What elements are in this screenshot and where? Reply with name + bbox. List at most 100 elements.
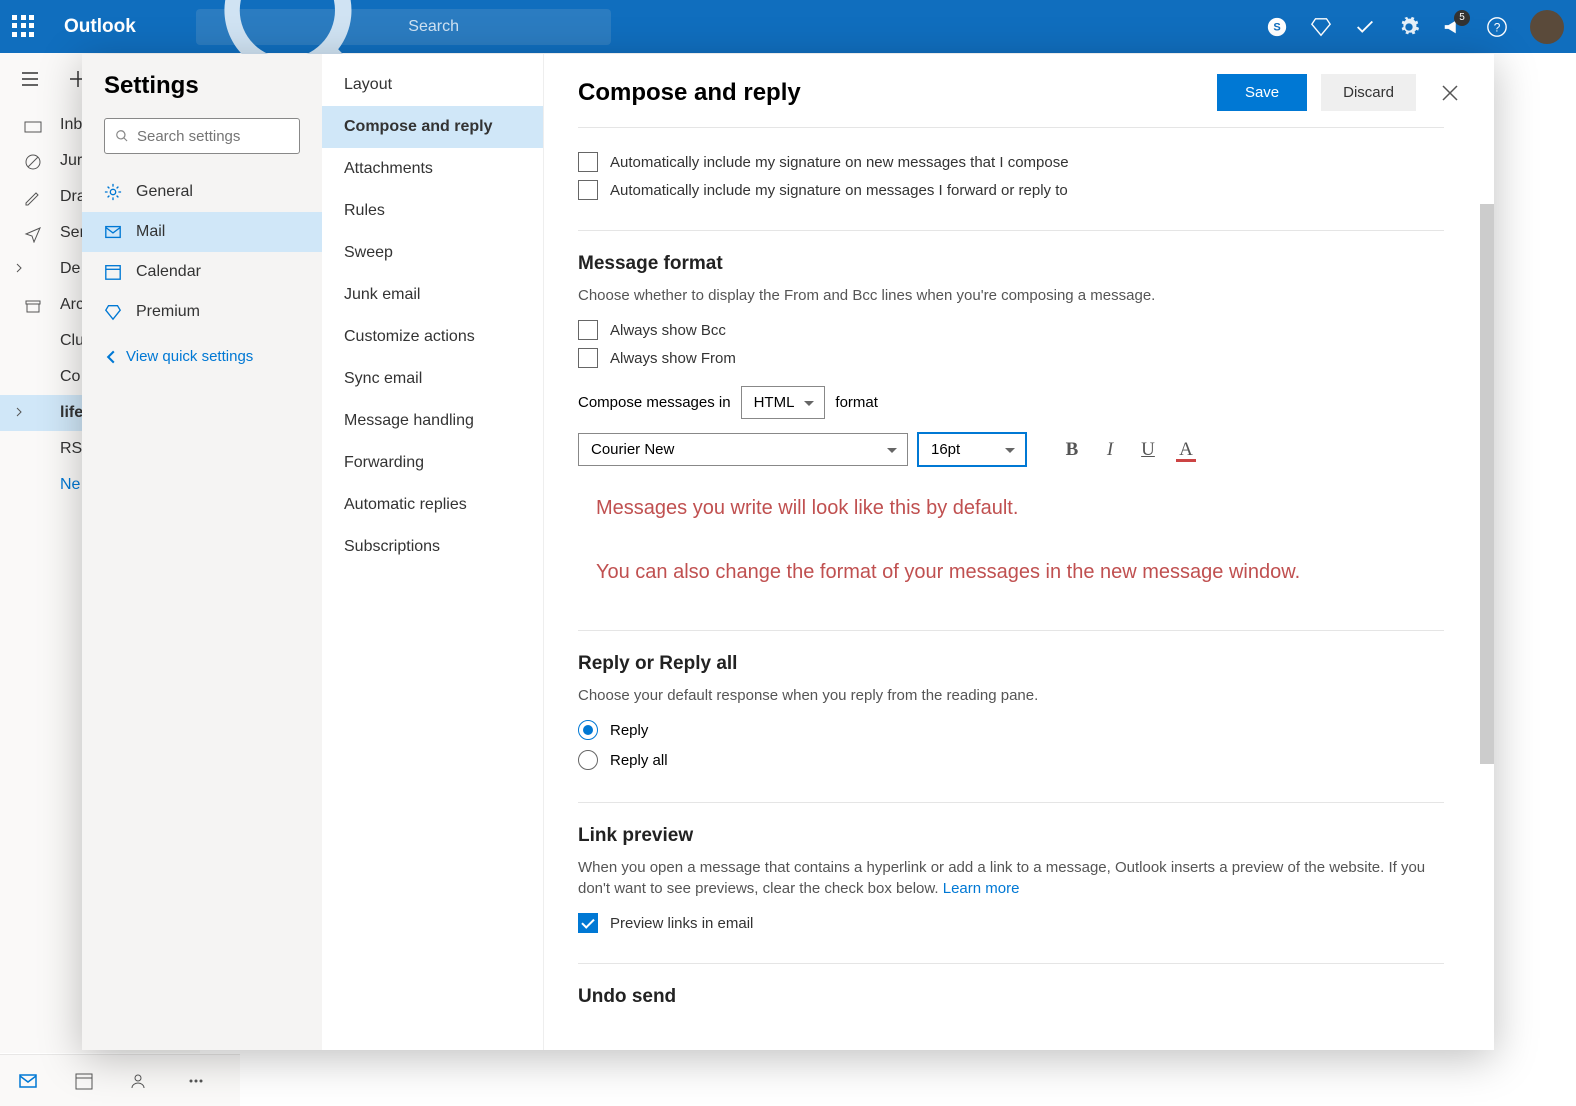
search-icon	[115, 128, 129, 144]
hamburger-icon[interactable]	[20, 69, 40, 89]
avatar[interactable]	[1530, 10, 1564, 44]
settings-search-input[interactable]	[137, 128, 289, 145]
subitem-attachments[interactable]: Attachments	[322, 148, 543, 190]
draft-icon	[24, 189, 42, 207]
underline-button[interactable]: U	[1134, 436, 1162, 464]
checkbox-label: Preview links in email	[610, 915, 753, 932]
search-input[interactable]	[408, 18, 599, 36]
checkbox-row: Automatically include my signature on ne…	[578, 152, 1444, 172]
help-icon[interactable]: ?	[1486, 16, 1508, 38]
compose-format-dropdown[interactable]: HTML	[741, 386, 826, 419]
category-label: Calendar	[136, 263, 201, 281]
notification-badge: 5	[1454, 10, 1470, 26]
section-title: Undo send	[578, 986, 1444, 1008]
category-premium[interactable]: Premium	[82, 292, 322, 332]
checkbox-label: Automatically include my signature on me…	[610, 182, 1068, 199]
archive-icon	[24, 297, 42, 315]
chevron-left-icon	[104, 350, 118, 364]
scrollbar[interactable]	[1480, 174, 1494, 1024]
section-title: Message format	[578, 253, 1444, 275]
signature-new-checkbox[interactable]	[578, 152, 598, 172]
learn-more-link[interactable]: Learn more	[943, 880, 1020, 897]
section-desc: When you open a message that contains a …	[578, 857, 1444, 899]
show-from-checkbox[interactable]	[578, 348, 598, 368]
subitem-compose-reply[interactable]: Compose and reply	[322, 106, 543, 148]
gear-icon	[104, 183, 122, 201]
subitem-forwarding[interactable]: Forwarding	[322, 442, 543, 484]
more-icon[interactable]	[186, 1071, 206, 1091]
panel-header: Compose and reply Save Discard	[544, 54, 1494, 121]
app-header: Outlook S 5 ?	[0, 0, 1576, 53]
calendar-icon	[104, 263, 122, 281]
gear-icon[interactable]	[1398, 16, 1420, 38]
search-box[interactable]	[196, 9, 611, 45]
section-desc: Choose whether to display the From and B…	[578, 285, 1444, 306]
svg-text:S: S	[1273, 21, 1280, 33]
subitem-layout[interactable]: Layout	[322, 64, 543, 106]
svg-text:?: ?	[1494, 20, 1501, 34]
category-calendar[interactable]: Calendar	[82, 252, 322, 292]
view-quick-settings-link[interactable]: View quick settings	[82, 332, 322, 381]
italic-button[interactable]: I	[1096, 436, 1124, 464]
category-mail[interactable]: Mail	[82, 212, 322, 252]
signature-forward-checkbox[interactable]	[578, 180, 598, 200]
diamond-icon	[104, 303, 122, 321]
settings-subcategories: Layout Compose and reply Attachments Rul…	[322, 54, 544, 1050]
category-label: Premium	[136, 303, 200, 321]
chevron-right-icon	[14, 407, 24, 417]
app-launcher-icon[interactable]	[12, 15, 36, 39]
show-bcc-checkbox[interactable]	[578, 320, 598, 340]
subitem-handling[interactable]: Message handling	[322, 400, 543, 442]
section-title: Link preview	[578, 825, 1444, 847]
section-desc: Choose your default response when you re…	[578, 685, 1444, 706]
font-color-button[interactable]: A	[1172, 436, 1200, 464]
subitem-sweep[interactable]: Sweep	[322, 232, 543, 274]
link-preview-checkbox[interactable]	[578, 913, 598, 933]
format-preview: Messages you write will look like this b…	[578, 480, 1444, 608]
settings-panel: Compose and reply Save Discard Automatic…	[544, 54, 1494, 1050]
panel-title: Compose and reply	[578, 79, 1217, 107]
megaphone-icon[interactable]: 5	[1442, 16, 1464, 38]
inbox-icon	[24, 117, 42, 135]
todo-icon[interactable]	[1354, 16, 1376, 38]
subitem-customize[interactable]: Customize actions	[322, 316, 543, 358]
settings-title: Settings	[82, 72, 322, 118]
calendar-icon[interactable]	[74, 1071, 94, 1091]
brand-label: Outlook	[64, 16, 136, 38]
skype-icon[interactable]: S	[1266, 16, 1288, 38]
sent-icon	[24, 225, 42, 243]
font-size-dropdown[interactable]: 16pt	[918, 433, 1026, 466]
diamond-icon[interactable]	[1310, 16, 1332, 38]
checkbox-row: Automatically include my signature on me…	[578, 180, 1444, 200]
close-icon[interactable]	[1440, 83, 1460, 103]
subitem-autoreply[interactable]: Automatic replies	[322, 484, 543, 526]
category-label: Mail	[136, 223, 165, 241]
compose-label-pre: Compose messages in	[578, 394, 731, 411]
settings-dialog: Settings General Mail Calendar Premium V…	[82, 54, 1494, 1050]
save-button[interactable]: Save	[1217, 74, 1307, 111]
people-icon[interactable]	[130, 1071, 150, 1091]
mail-icon[interactable]	[18, 1071, 38, 1091]
category-general[interactable]: General	[82, 172, 322, 212]
scrollbar-thumb[interactable]	[1480, 204, 1494, 764]
panel-body: Automatically include my signature on ne…	[544, 121, 1494, 1050]
subitem-junk[interactable]: Junk email	[322, 274, 543, 316]
subitem-rules[interactable]: Rules	[322, 190, 543, 232]
compose-label-post: format	[835, 394, 878, 411]
subitem-subscriptions[interactable]: Subscriptions	[322, 526, 543, 568]
bold-button[interactable]: B	[1058, 436, 1086, 464]
mail-icon	[104, 223, 122, 241]
reply-all-radio[interactable]	[578, 750, 598, 770]
checkbox-label: Always show Bcc	[610, 322, 726, 339]
font-family-dropdown[interactable]: Courier New	[578, 433, 908, 466]
subitem-sync[interactable]: Sync email	[322, 358, 543, 400]
bottom-module-bar	[0, 1054, 240, 1106]
checkbox-label: Automatically include my signature on ne…	[610, 154, 1069, 171]
discard-button[interactable]: Discard	[1321, 74, 1416, 111]
block-icon	[24, 153, 42, 171]
settings-categories: Settings General Mail Calendar Premium V…	[82, 54, 322, 1050]
settings-search[interactable]	[104, 118, 300, 154]
radio-label: Reply	[610, 722, 648, 739]
reply-radio[interactable]	[578, 720, 598, 740]
chevron-right-icon	[14, 263, 24, 273]
